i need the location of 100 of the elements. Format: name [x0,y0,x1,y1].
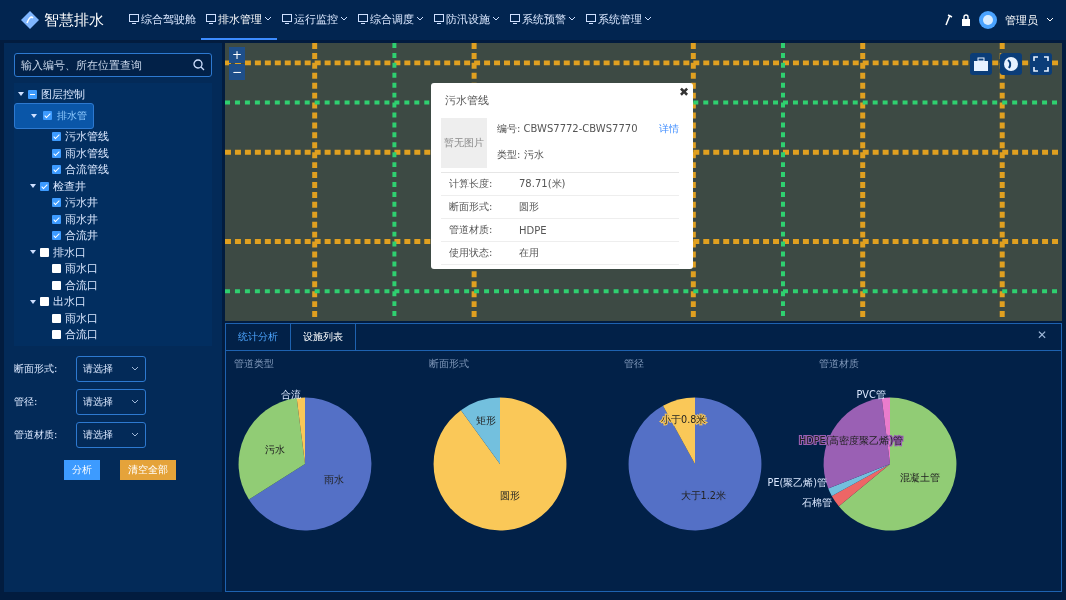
pin-icon[interactable] [943,14,953,26]
filter-label: 断面形式: [14,362,59,376]
nav-tab[interactable]: 系统管理 [581,0,657,40]
checkbox[interactable] [52,264,61,274]
select-field[interactable]: 请选择 [76,389,146,415]
tree-item[interactable]: 合流井 [14,227,212,244]
no-image-text: 暂无图片 [444,136,484,150]
field-label: 断面形式: [449,200,494,214]
monitor-icon [358,14,368,24]
tree-item[interactable]: 雨水管线 [14,145,212,162]
monitor-icon [206,14,216,24]
detail-link[interactable]: 详情 [659,122,679,136]
slice-label: 合流 [280,388,301,400]
monitor-icon [586,14,596,24]
field-label: 使用状态: [449,246,494,260]
tree-item[interactable]: 排水管 [14,102,94,129]
checkbox[interactable] [52,214,61,224]
field-label: 计算长度: [449,177,494,191]
slice-label: PVC管 [856,388,886,400]
select-field[interactable]: 请选择 [76,422,146,448]
code-text: 编号: CBWS7772-CBWS7770 [497,122,638,136]
checkbox[interactable] [52,165,61,175]
checkbox[interactable] [52,148,61,158]
checkbox[interactable] [52,280,61,290]
caret-icon [131,432,139,438]
expand-arrow-icon[interactable] [30,299,36,304]
field-value: 在用 [519,246,539,260]
monitor-icon [434,14,444,24]
slice-label: 石棉管 [802,497,833,509]
chart-title: 管道材质 [818,357,860,371]
field-value: HDPE [519,224,547,236]
nav-tab[interactable]: 防汛设施 [429,0,505,40]
close-button[interactable]: ✕ [1031,327,1053,343]
type-text: 类型: 污水 [497,148,544,162]
select-field[interactable]: 请选择 [76,356,146,382]
tree-item[interactable]: 图层控制 [14,86,212,103]
checkbox[interactable] [52,198,61,208]
tree-item[interactable]: 排水口 [14,244,212,261]
zoom-out-button[interactable]: − [229,64,245,80]
tree-item[interactable]: 检查井 [14,178,212,195]
checkbox[interactable] [28,89,37,99]
close-button[interactable]: ✖ [679,85,689,99]
slice-label: 污水 [264,444,285,456]
tree-item[interactable]: 合流管线 [14,161,212,178]
checkbox[interactable] [52,132,61,142]
expand-arrow-icon[interactable] [31,113,37,118]
fullscreen-icon[interactable] [1030,53,1052,75]
monitor-icon [129,14,139,24]
nav-tab[interactable]: 排水管理 [201,0,277,40]
globe-icon[interactable] [1000,53,1022,75]
expand-arrow-icon[interactable] [18,92,24,97]
zoom-in-button[interactable]: + [229,47,245,63]
checkbox[interactable] [40,297,49,307]
nav-tab[interactable]: 综合驾驶舱 [124,0,201,40]
search-icon[interactable] [193,59,205,71]
slice-label: 矩形 [476,415,497,427]
caret-icon[interactable] [1046,17,1054,23]
expand-arrow-icon[interactable] [30,250,36,255]
filter-label: 管径: [14,395,39,409]
caret-icon [131,399,139,405]
tree-item[interactable]: 出水口 [14,293,212,310]
tree-item[interactable]: 合流口 [14,326,212,343]
slice-label: 雨水 [324,474,345,486]
monitor-icon [282,14,292,24]
checkbox[interactable] [40,247,49,257]
slice-label: 大于1.2米 [680,490,726,502]
field-label: 管道材质: [449,223,494,237]
checkbox[interactable] [52,313,61,323]
checkbox[interactable] [52,330,61,340]
chart-title: 断面形式 [428,357,470,371]
slice-label: 圆形 [500,489,521,501]
tree-item[interactable]: 污水管线 [14,128,212,145]
field-value: 78.71(米) [519,177,566,191]
user-menu[interactable]: 管理员 [1005,12,1038,28]
panel-tab[interactable]: 统计分析 [226,324,291,350]
field-value: 圆形 [519,200,539,214]
lock-icon[interactable] [961,14,971,26]
search-field[interactable]: 输入编号、所在位置查询 [14,53,212,77]
nav-tab[interactable]: 系统预警 [505,0,581,40]
tree-item[interactable]: 雨水口 [14,310,212,327]
panel-tab[interactable]: 设施列表 [291,324,356,350]
filter-label: 管道材质: [14,428,59,442]
checkbox[interactable] [42,111,52,120]
checkbox[interactable] [52,231,61,241]
monitor-icon [510,14,520,24]
nav-tab[interactable]: 综合调度 [353,0,429,40]
nav-tab[interactable]: 运行监控 [277,0,353,40]
expand-arrow-icon[interactable] [30,184,36,189]
avatar-icon[interactable] [979,11,997,29]
logo-icon [20,10,40,30]
slice-label: PE(聚乙烯)管 [767,477,827,489]
tree-item[interactable]: 雨水口 [14,260,212,277]
tree-item[interactable]: 雨水井 [14,211,212,228]
chart-title: 管径 [623,357,645,371]
tree-item[interactable]: 污水井 [14,194,212,211]
checkbox[interactable] [40,181,49,191]
tree-item[interactable]: 合流口 [14,277,212,294]
briefcase-icon[interactable] [970,53,992,75]
caret-icon [131,366,139,372]
chart-title: 管道类型 [233,357,275,371]
